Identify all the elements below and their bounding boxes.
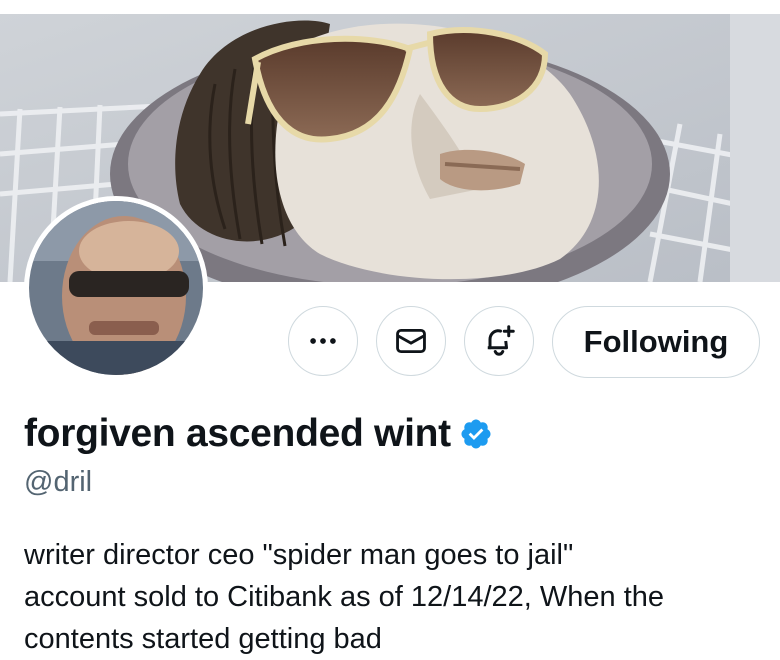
profile-bio: writer director ceo "spider man goes to …	[24, 534, 744, 660]
bio-line: account sold to Citibank as of 12/14/22,…	[24, 581, 665, 613]
bio-line: writer director ceo "spider man goes to …	[24, 539, 574, 571]
more-button[interactable]	[288, 306, 358, 376]
verified-badge-icon[interactable]	[459, 417, 493, 451]
bell-plus-icon	[487, 325, 515, 356]
user-handle: @dril	[24, 466, 93, 498]
notify-button[interactable]	[464, 306, 534, 376]
profile-actions: Following	[0, 306, 780, 378]
more-horizontal-icon	[310, 338, 336, 344]
display-name: forgiven ascended wint	[24, 412, 451, 455]
following-button[interactable]: Following	[552, 306, 760, 378]
message-button[interactable]	[376, 306, 446, 376]
envelope-icon	[396, 328, 426, 354]
profile-name-row: forgiven ascended wint	[24, 410, 493, 458]
bio-line: contents started getting bad	[24, 623, 382, 655]
